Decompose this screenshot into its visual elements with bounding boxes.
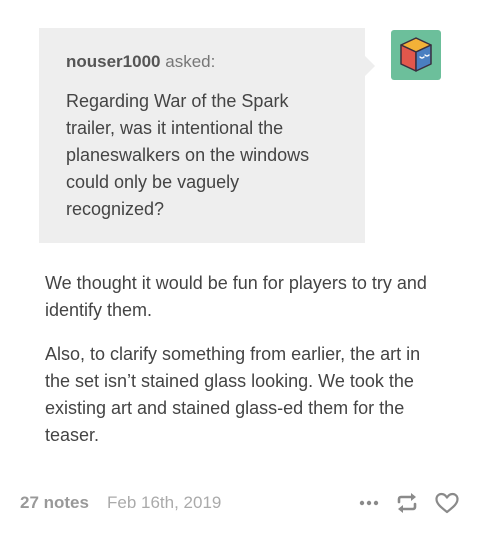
post-actions (358, 491, 460, 515)
question-text: Regarding War of the Spark trailer, was … (66, 91, 310, 219)
notes-count[interactable]: 27 notes (20, 493, 89, 513)
cube-avatar-icon (400, 37, 432, 72)
more-button[interactable] (358, 492, 380, 514)
ask-box: nouser1000 asked: Regarding War of the S… (39, 28, 375, 243)
answer-paragraph: We thought it would be fun for players t… (45, 273, 427, 320)
asked-label: asked: (165, 52, 216, 71)
asker-line: nouser1000 asked: (66, 52, 339, 72)
reblog-icon (397, 493, 417, 513)
answer-paragraph: Also, to clarify something from earlier,… (45, 344, 421, 445)
post-footer: 27 notes Feb 16th, 2019 (20, 488, 460, 518)
avatar[interactable] (391, 30, 441, 80)
heart-icon (435, 492, 459, 514)
reblog-button[interactable] (394, 491, 420, 515)
answer-body: We thought it would be fun for players t… (45, 270, 445, 466)
post-date[interactable]: Feb 16th, 2019 (107, 493, 221, 513)
like-button[interactable] (434, 491, 460, 515)
more-icon (359, 500, 379, 506)
asker-name[interactable]: nouser1000 (66, 52, 161, 71)
